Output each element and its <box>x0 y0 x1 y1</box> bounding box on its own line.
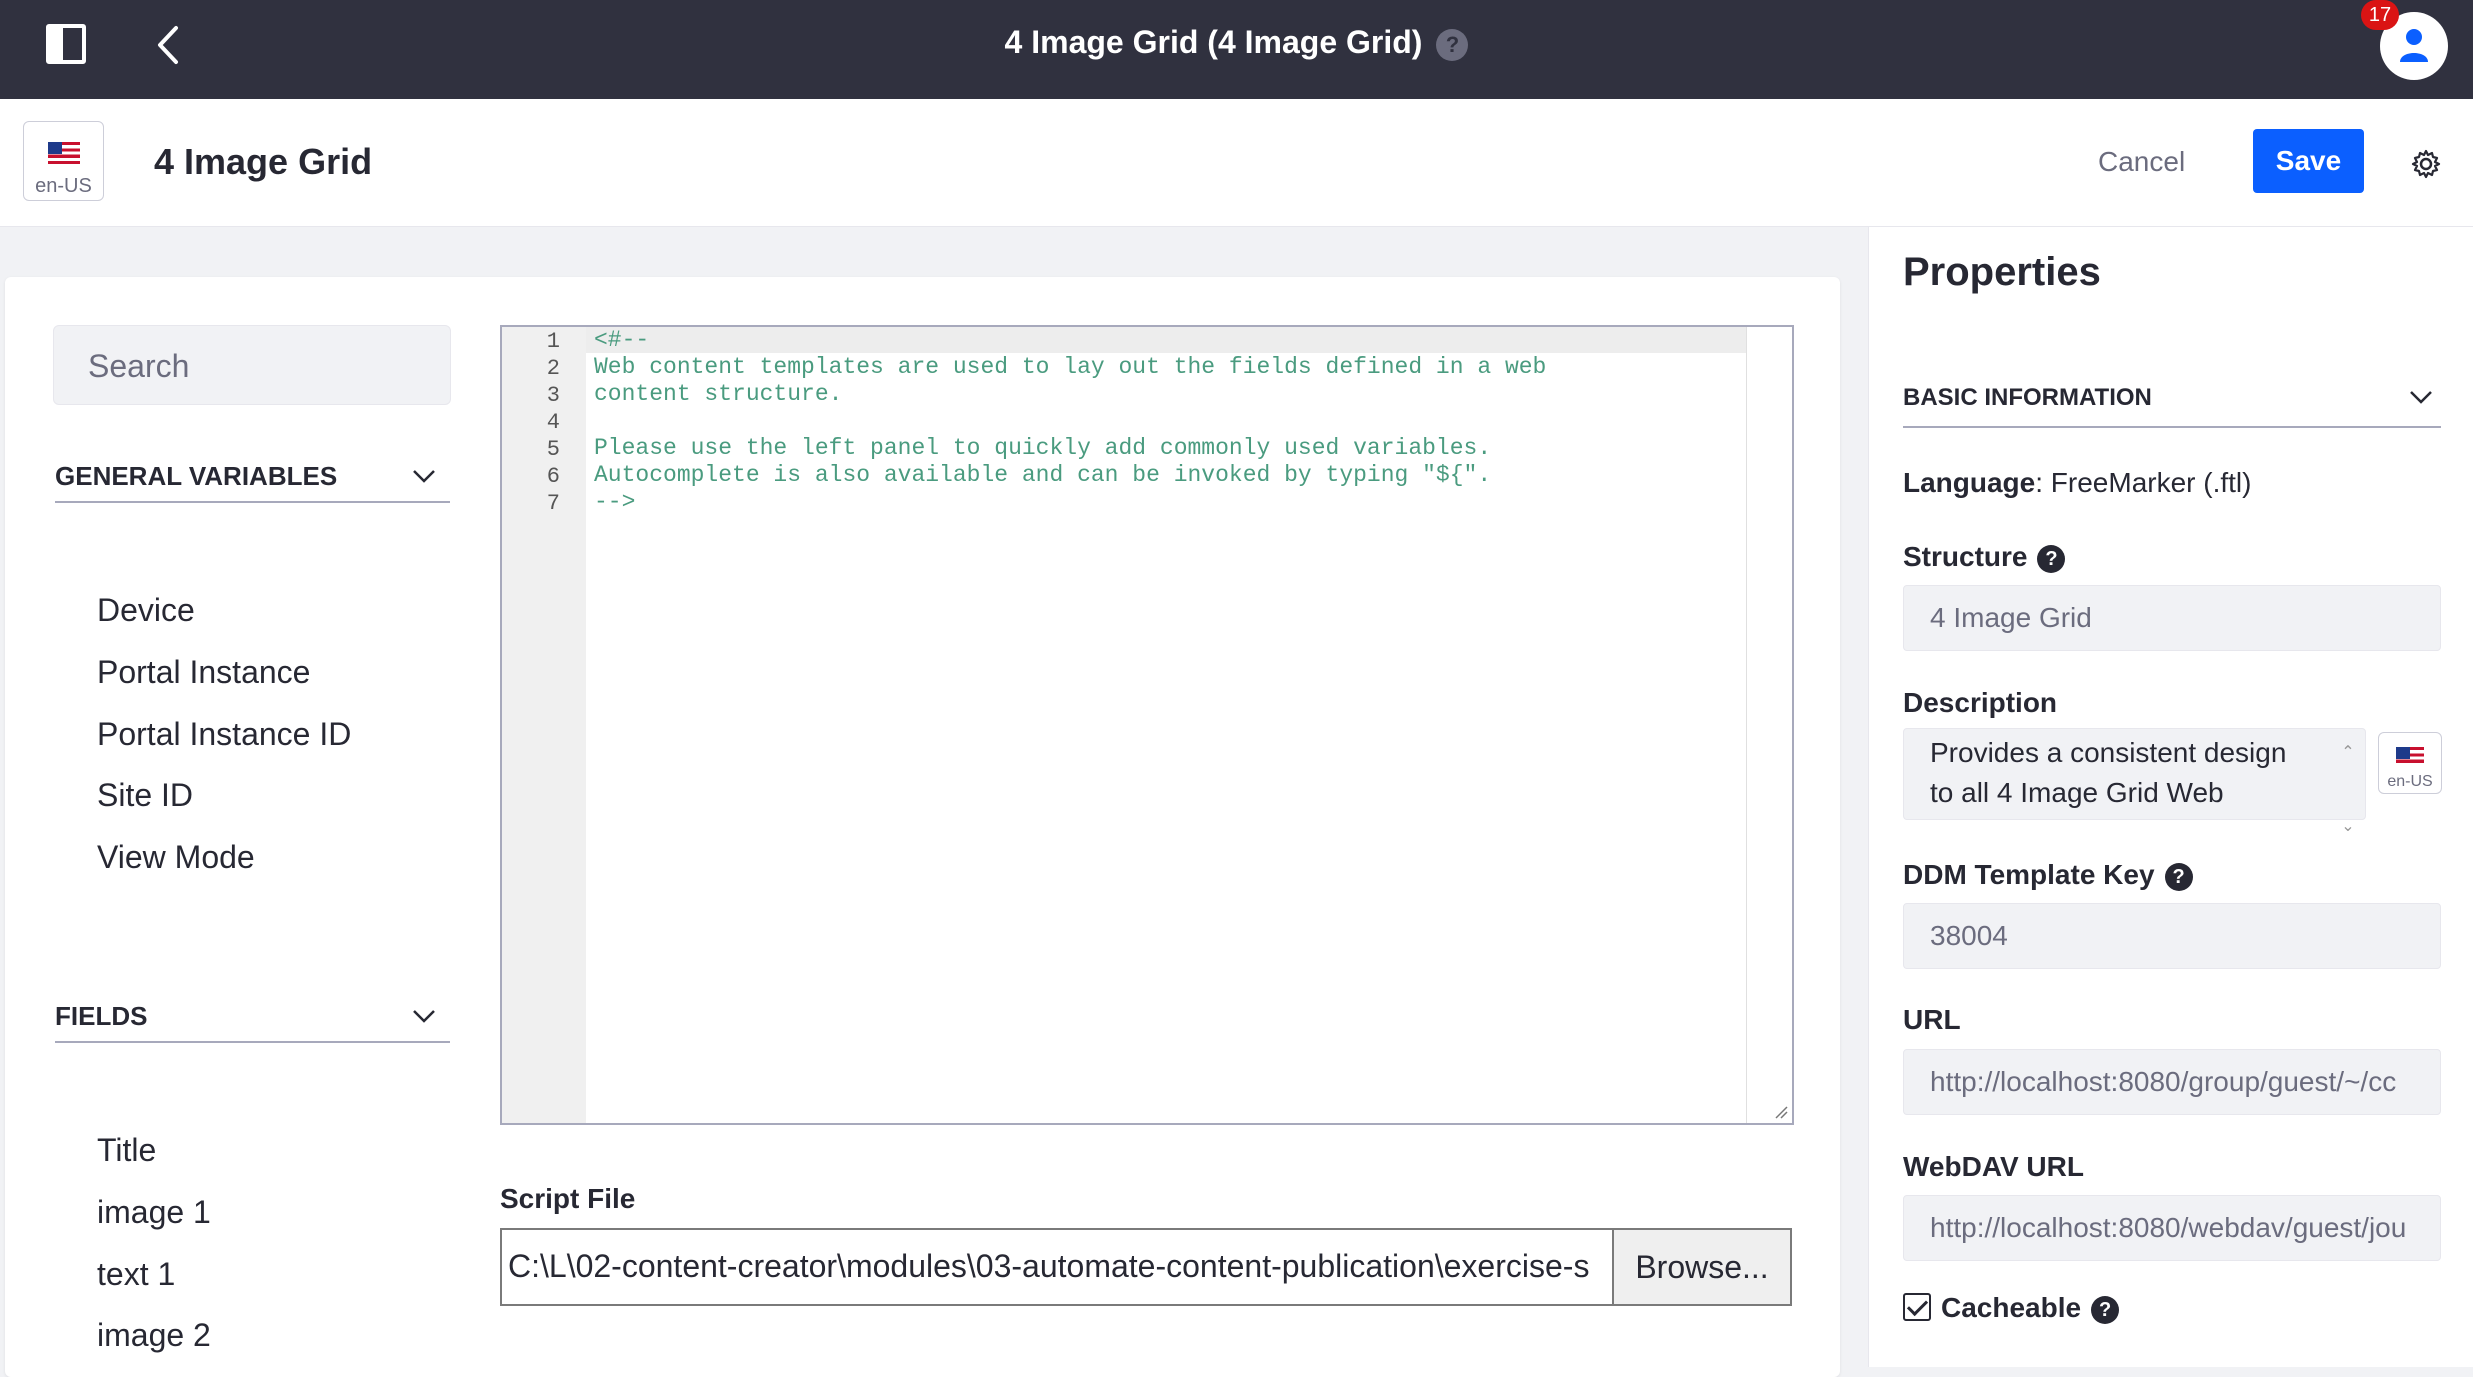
cacheable-label: Cacheable <box>1941 1292 2082 1323</box>
locale-selector[interactable]: en-US <box>23 121 104 201</box>
code-editor[interactable]: 1 2 3 4 5 6 7 <#-- Web content templates… <box>500 325 1794 1125</box>
line-number: 5 <box>546 437 560 462</box>
resize-handle-icon[interactable] <box>1774 1105 1788 1119</box>
basic-information-title: BASIC INFORMATION <box>1903 384 2152 411</box>
language-info: Language: FreeMarker (.ftl) <box>1903 467 2251 499</box>
chevron-down-icon <box>413 1010 435 1023</box>
code-line: content structure. <box>594 381 843 407</box>
browse-button[interactable]: Browse... <box>1612 1228 1792 1306</box>
description-textarea[interactable]: Provides a consistent design to all 4 Im… <box>1903 728 2366 835</box>
variable-item-device[interactable]: Device <box>97 592 195 629</box>
help-icon[interactable]: ? <box>2037 544 2066 573</box>
description-locale-selector[interactable]: en-US <box>2378 732 2442 794</box>
gear-icon[interactable] <box>2410 148 2442 180</box>
line-number: 2 <box>546 356 560 381</box>
fields-header[interactable]: FIELDS <box>55 985 450 1043</box>
locale-label: en-US <box>35 175 92 197</box>
us-flag-icon <box>47 142 80 164</box>
structure-label-text: Structure <box>1903 541 2028 572</box>
active-line-highlight <box>586 327 1746 353</box>
top-bar: 4 Image Grid (4 Image Grid)? 17 <box>0 0 2473 99</box>
code-line: Web content templates are used to lay ou… <box>594 354 1547 380</box>
page-header-title-wrap: 4 Image Grid (4 Image Grid)? <box>0 24 2473 61</box>
ddm-key-label-text: DDM Template Key <box>1903 859 2155 890</box>
editor-scrollbar[interactable] <box>1746 327 1792 1123</box>
chevron-down-icon <box>2410 391 2432 404</box>
template-title[interactable]: 4 Image Grid <box>154 141 372 183</box>
description-line: Provides a consistent design <box>1930 737 2287 768</box>
script-file-label: Script File <box>500 1183 636 1214</box>
variable-item-portal-instance[interactable]: Portal Instance <box>97 654 310 691</box>
webdav-url-field[interactable]: http://localhost:8080/webdav/guest/jou <box>1903 1195 2441 1261</box>
chevron-down-icon <box>413 470 435 483</box>
language-value: : FreeMarker (.ftl) <box>2035 467 2252 498</box>
url-field[interactable]: http://localhost:8080/group/guest/~/cc <box>1903 1049 2441 1115</box>
help-icon[interactable]: ? <box>1436 28 1469 61</box>
variable-item-site-id[interactable]: Site ID <box>97 777 193 814</box>
script-file-input[interactable]: C:\L\02-content-creator\modules\03-autom… <box>500 1228 1612 1306</box>
save-button[interactable]: Save <box>2253 129 2364 193</box>
code-line: --> <box>594 489 636 515</box>
url-label: URL <box>1903 1004 1961 1035</box>
language-label: Language <box>1903 467 2036 498</box>
line-number: 3 <box>546 383 560 408</box>
ddm-template-key-label: DDM Template Key? <box>1903 859 2193 891</box>
line-number: 6 <box>546 464 560 489</box>
cacheable-option[interactable]: Cacheable? <box>1903 1292 2120 1324</box>
page-header-title: 4 Image Grid (4 Image Grid) <box>1004 24 1423 60</box>
notification-badge[interactable]: 17 <box>2361 0 2399 30</box>
help-icon[interactable]: ? <box>2164 862 2193 891</box>
fields-title: FIELDS <box>55 1001 148 1031</box>
webdav-url-label: WebDAV URL <box>1903 1151 2084 1182</box>
variable-item-portal-instance-id[interactable]: Portal Instance ID <box>97 716 351 753</box>
code-line: <#-- <box>594 327 650 353</box>
basic-information-header[interactable]: BASIC INFORMATION <box>1903 370 2441 428</box>
edit-toolbar: en-US 4 Image Grid Cancel Save <box>0 99 2473 227</box>
help-icon[interactable]: ? <box>2091 1295 2120 1324</box>
us-flag-icon <box>2396 747 2424 766</box>
ddm-template-key-field: 38004 <box>1903 903 2441 969</box>
code-line: Autocomplete is also available and can b… <box>594 462 1492 488</box>
user-icon <box>2400 29 2428 62</box>
line-number: 7 <box>546 491 560 516</box>
description-line: to all 4 Image Grid Web <box>1930 777 2224 808</box>
general-variables-title: GENERAL VARIABLES <box>55 461 338 491</box>
general-variables-header[interactable]: GENERAL VARIABLES <box>55 445 450 503</box>
variable-search-input[interactable]: Search <box>53 325 451 405</box>
locale-label: en-US <box>2387 773 2433 790</box>
line-number: 4 <box>546 410 560 435</box>
field-item-text-1[interactable]: text 1 <box>97 1256 175 1293</box>
cancel-button[interactable]: Cancel <box>2098 146 2185 178</box>
code-line: Please use the left panel to quickly add… <box>594 435 1492 461</box>
line-number: 1 <box>546 329 560 354</box>
structure-field: 4 Image Grid <box>1903 585 2441 651</box>
textarea-scrollbar[interactable]: ⌃ ⌄ <box>2331 729 2365 835</box>
cacheable-checkbox[interactable] <box>1903 1293 1931 1321</box>
variable-item-view-mode[interactable]: View Mode <box>97 839 255 876</box>
field-item-title[interactable]: Title <box>97 1132 156 1169</box>
structure-label: Structure? <box>1903 541 2066 573</box>
field-item-image-1[interactable]: image 1 <box>97 1194 211 1231</box>
field-item-image-2[interactable]: image 2 <box>97 1317 211 1354</box>
description-label: Description <box>1903 687 2058 718</box>
properties-title: Properties <box>1903 250 2101 294</box>
